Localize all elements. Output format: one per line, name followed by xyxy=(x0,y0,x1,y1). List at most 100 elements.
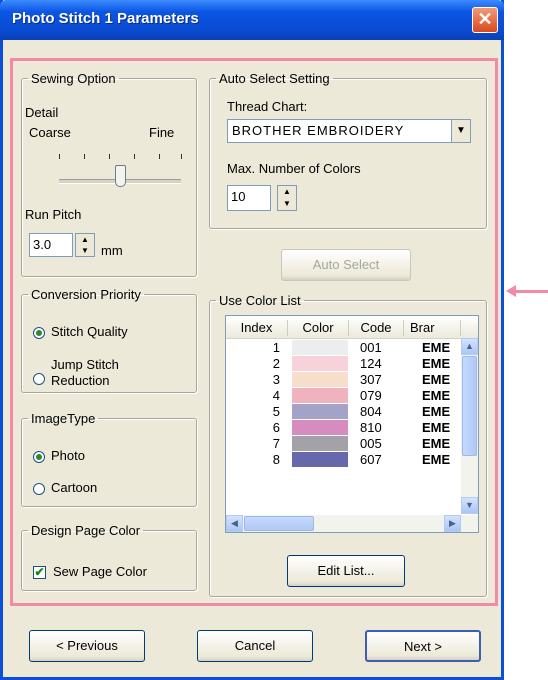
row-brand: EME xyxy=(422,356,451,371)
slider-thumb[interactable] xyxy=(115,165,126,187)
column-header-code[interactable]: Code xyxy=(349,320,404,336)
row-index: 7 xyxy=(272,436,280,451)
run-pitch-input[interactable]: 3.0 xyxy=(29,233,73,257)
row-index: 8 xyxy=(272,452,280,467)
row-color-swatch xyxy=(292,388,348,403)
max-colors-value: 10 xyxy=(231,189,246,204)
row-brand: EME xyxy=(422,420,451,435)
image-type-group: ImageType xyxy=(21,411,197,507)
row-brand: EME xyxy=(422,436,451,451)
table-row[interactable]: 5 804 EME xyxy=(226,404,458,419)
row-color-swatch xyxy=(292,404,348,419)
image-type-radio-0[interactable] xyxy=(33,451,45,463)
row-color-swatch xyxy=(292,356,348,371)
row-brand: EME xyxy=(422,372,451,387)
table-row[interactable]: 1 001 EME xyxy=(226,340,458,355)
auto-select-button[interactable]: Auto Select xyxy=(281,249,411,281)
design-page-color-legend: Design Page Color xyxy=(31,523,141,538)
row-code: 607 xyxy=(360,452,382,467)
dialog-window: Photo Stitch 1 Parameters ✕ Sewing Optio… xyxy=(0,0,504,680)
table-row[interactable]: 3 307 EME xyxy=(226,372,458,387)
spin-up-icon[interactable]: ▲ xyxy=(76,234,94,245)
row-code: 810 xyxy=(360,420,382,435)
max-colors-stepper[interactable]: ▲ ▼ xyxy=(277,185,297,211)
table-row[interactable]: 2 124 EME xyxy=(226,356,458,371)
spin-down-icon[interactable]: ▼ xyxy=(76,245,94,256)
conversion-priority-radio-1[interactable] xyxy=(33,373,45,385)
row-color-swatch xyxy=(292,452,348,467)
design-page-color-group: Design Page Color xyxy=(21,523,197,591)
row-code: 001 xyxy=(360,340,382,355)
row-index: 5 xyxy=(272,404,280,419)
run-pitch-stepper[interactable]: ▲ ▼ xyxy=(75,233,95,257)
conversion-priority-radio-0[interactable] xyxy=(33,327,45,339)
table-row[interactable]: 6 810 EME xyxy=(226,420,458,435)
thread-chart-value: BROTHER EMBROIDERY xyxy=(232,123,405,138)
image-type-radio-label-1: Cartoon xyxy=(51,480,98,495)
scroll-up-icon[interactable]: ▲ xyxy=(461,338,478,355)
table-row[interactable]: 4 079 EME xyxy=(226,388,458,403)
color-list[interactable]: Index Color Code Brar 1 001 EME 2 124 EME 3 307… xyxy=(225,315,479,533)
column-header-color[interactable]: Color xyxy=(288,320,349,336)
vertical-scroll-thumb[interactable] xyxy=(462,356,477,456)
row-index: 4 xyxy=(272,388,280,403)
scroll-right-icon[interactable]: ▶ xyxy=(444,515,461,532)
slider-tick xyxy=(109,154,110,159)
row-brand: EME xyxy=(422,404,451,419)
row-color-swatch xyxy=(292,436,348,451)
auto-select-legend: Auto Select Setting xyxy=(219,71,330,86)
thread-chart-label: Thread Chart: xyxy=(227,99,308,114)
row-color-swatch xyxy=(292,420,348,435)
slider-tick xyxy=(59,154,60,159)
row-color-swatch xyxy=(292,340,348,355)
spin-down-icon[interactable]: ▼ xyxy=(278,198,296,210)
conversion-priority-legend: Conversion Priority xyxy=(31,287,141,302)
row-code: 124 xyxy=(360,356,382,371)
run-pitch-label: Run Pitch xyxy=(25,207,82,222)
close-button[interactable]: ✕ xyxy=(472,7,498,33)
slider-tick xyxy=(84,154,85,159)
detail-slider[interactable] xyxy=(13,1,193,201)
spin-up-icon[interactable]: ▲ xyxy=(278,186,296,198)
thread-chart-select[interactable]: BROTHER EMBROIDERY xyxy=(227,119,457,143)
row-index: 1 xyxy=(272,340,280,355)
row-code: 804 xyxy=(360,404,382,419)
use-color-list-legend: Use Color List xyxy=(219,293,301,308)
row-index: 6 xyxy=(272,420,280,435)
run-pitch-unit: mm xyxy=(101,243,123,258)
slider-tick xyxy=(134,154,135,159)
scroll-down-icon[interactable]: ▼ xyxy=(461,497,478,514)
sew-page-color-checkbox[interactable]: ✔ xyxy=(33,566,46,579)
horizontal-scroll-thumb[interactable] xyxy=(244,516,314,531)
horizontal-scrollbar[interactable]: ◀ ▶ xyxy=(226,515,478,532)
max-colors-label: Max. Number of Colors xyxy=(227,161,361,176)
chevron-down-icon: ▼ xyxy=(456,125,466,136)
row-brand: EME xyxy=(422,388,451,403)
table-row[interactable]: 7 005 EME xyxy=(226,436,458,451)
image-type-radio-label-0: Photo xyxy=(51,448,85,463)
row-code: 307 xyxy=(360,372,382,387)
scroll-left-icon[interactable]: ◀ xyxy=(226,515,243,532)
previous-button[interactable]: < Previous xyxy=(29,630,145,662)
column-header-index[interactable]: Index xyxy=(226,320,288,336)
table-row[interactable]: 8 607 EME xyxy=(226,452,458,467)
row-brand: EME xyxy=(422,340,451,355)
run-pitch-value: 3.0 xyxy=(33,237,52,252)
next-button[interactable]: Next > xyxy=(365,630,481,662)
image-type-radio-1[interactable] xyxy=(33,483,45,495)
row-code: 005 xyxy=(360,436,382,451)
edit-list-button[interactable]: Edit List... xyxy=(287,555,405,587)
annotation-arrow-head xyxy=(506,285,516,297)
image-type-legend: ImageType xyxy=(31,411,96,426)
row-code: 079 xyxy=(360,388,382,403)
thread-chart-dropdown-button[interactable]: ▼ xyxy=(451,119,471,143)
vertical-scrollbar[interactable]: ▲ ▼ xyxy=(461,338,478,514)
row-index: 3 xyxy=(272,372,280,387)
max-colors-input[interactable]: 10 xyxy=(227,185,271,211)
row-color-swatch xyxy=(292,372,348,387)
column-header-brand[interactable]: Brar xyxy=(404,320,461,336)
close-icon: ✕ xyxy=(477,9,493,29)
highlight-frame: Sewing Option Detail Coarse Fine Run Pit… xyxy=(10,58,498,606)
cancel-button[interactable]: Cancel xyxy=(197,630,313,662)
list-header: Index Color Code Brar xyxy=(226,316,478,339)
